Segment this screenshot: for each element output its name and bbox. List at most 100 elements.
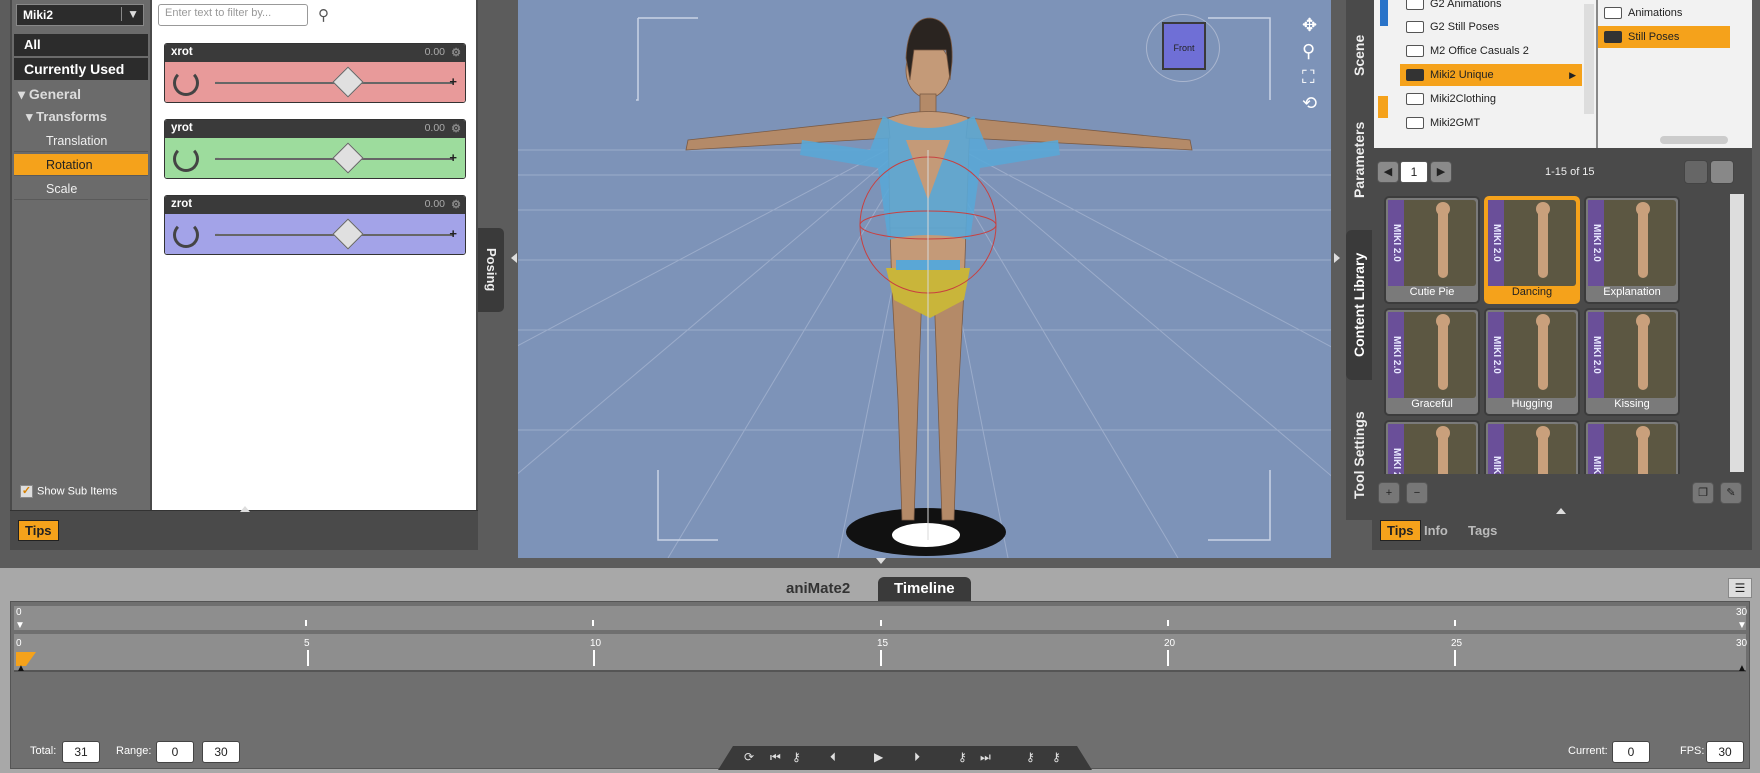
search-icon[interactable]: ⚲ (318, 6, 329, 24)
folder-item[interactable]: M2 Office Casuals 2 (1400, 40, 1580, 62)
collapse-arrow-icon[interactable] (1556, 508, 1566, 514)
go-to-end-icon[interactable]: ⏭ (980, 750, 991, 765)
folder-item-selected[interactable]: Miki2 Unique ▶ (1400, 64, 1582, 86)
remove-key-icon[interactable]: ⚷ (1026, 750, 1035, 764)
slider-knob[interactable] (332, 218, 364, 250)
grid-scrollbar[interactable] (1730, 194, 1744, 472)
nav-item-translation[interactable]: Translation (14, 130, 148, 152)
tab-tips-right[interactable]: Tips (1380, 520, 1421, 541)
param-value[interactable]: 0.00 (425, 198, 445, 210)
param-slider-body[interactable]: - + (165, 138, 465, 178)
param-slider-body[interactable]: - + (165, 62, 465, 102)
figure-select[interactable]: Miki2 ▼ (16, 4, 144, 26)
loop-icon[interactable]: ⟳ (744, 750, 754, 764)
collapse-left-icon[interactable] (511, 253, 517, 263)
play-icon[interactable]: ▶ (874, 750, 883, 764)
thumb-item-selected[interactable]: MIKI 2.0 Dancing (1484, 196, 1580, 304)
range-end-input[interactable]: 30 (202, 741, 240, 763)
plus-icon[interactable]: + (449, 74, 457, 89)
pane-menu-icon[interactable]: ☰ (1728, 578, 1752, 598)
plus-icon[interactable]: + (449, 150, 457, 165)
subfolder-item-selected[interactable]: Still Poses (1598, 26, 1730, 48)
next-key-icon[interactable]: ⚷ (958, 750, 967, 764)
tab-content-library[interactable]: Content Library (1346, 230, 1372, 380)
thumb-item[interactable]: MIKI 2.0 Graceful (1384, 308, 1480, 416)
prev-key-icon[interactable]: ⚷ (792, 750, 801, 764)
tab-parameters[interactable]: Parameters (1346, 110, 1372, 210)
thumb-item[interactable]: MIKI 2.0 (1384, 420, 1480, 474)
pan-icon[interactable]: ✥ (1302, 12, 1317, 38)
camera-cube[interactable]: Front (1162, 22, 1206, 70)
frame-icon[interactable]: ⛶ (1302, 64, 1317, 90)
list-view-icon[interactable] (1710, 160, 1734, 184)
edit-icon[interactable]: ✎ (1720, 482, 1742, 504)
folder-item[interactable]: G2 Animations (1400, 0, 1580, 15)
prev-page-button[interactable]: ◀ (1377, 161, 1399, 183)
nav-item-rotation[interactable]: Rotation (14, 154, 148, 176)
thumb-item[interactable]: MIKI 2.0 Explanation (1584, 196, 1680, 304)
param-zrot[interactable]: zrot 0.00 ⚙ - + (164, 195, 466, 255)
subfolder-item[interactable]: Animations (1598, 2, 1730, 24)
param-yrot[interactable]: yrot 0.00 ⚙ - + (164, 119, 466, 179)
param-xrot[interactable]: xrot 0.00 ⚙ - + (164, 43, 466, 103)
orbit-icon[interactable]: ⟲ (1302, 90, 1317, 116)
nav-item-transforms[interactable]: ▾ Transforms (14, 106, 148, 128)
add-key-icon[interactable]: ⚷ (1052, 750, 1061, 764)
collapse-down-icon[interactable] (876, 558, 886, 564)
tab-timeline[interactable]: Timeline (878, 577, 971, 601)
zoom-icon[interactable]: ⚲ (1302, 38, 1317, 64)
thumb-item[interactable]: MIKI 2.0 Cutie Pie (1384, 196, 1480, 304)
fps-input[interactable]: 30 (1706, 741, 1744, 763)
param-value[interactable]: 0.00 (425, 46, 445, 58)
range-ruler[interactable] (14, 606, 1746, 630)
filter-input[interactable]: Enter text to filter by... (158, 4, 308, 26)
remove-button[interactable]: − (1406, 482, 1428, 504)
next-page-button[interactable]: ▶ (1430, 161, 1452, 183)
horizontal-scrollbar[interactable] (1660, 136, 1728, 144)
tab-info[interactable]: Info (1424, 523, 1448, 538)
thumb-item[interactable]: MIKI 2.0 Kissing (1584, 308, 1680, 416)
nav-item-currently-used[interactable]: Currently Used (14, 58, 148, 80)
tree-scrollbar[interactable] (1584, 4, 1594, 114)
grid-view-icon[interactable] (1684, 160, 1708, 184)
step-back-icon[interactable]: ⏴ (830, 750, 836, 765)
tab-posing[interactable]: Posing (478, 228, 504, 312)
tab-animate2[interactable]: aniMate2 (770, 577, 866, 601)
tab-scene[interactable]: Scene (1346, 20, 1372, 90)
folder-item[interactable]: Miki2GMT (1400, 112, 1580, 134)
folder-item[interactable]: Miki2Clothing (1400, 88, 1580, 110)
gear-icon[interactable]: ⚙ (451, 198, 461, 211)
tab-tips-left[interactable]: Tips (18, 520, 59, 541)
param-value[interactable]: 0.00 (425, 122, 445, 134)
tab-tool-settings[interactable]: Tool Settings (1346, 400, 1372, 510)
go-to-start-icon[interactable]: ⏮ (770, 750, 781, 765)
thumb-item[interactable]: MIKI (1584, 420, 1680, 474)
nav-item-general[interactable]: ▾ General (14, 83, 148, 105)
page-input[interactable]: 1 (1400, 161, 1428, 183)
slider-knob[interactable] (332, 66, 364, 98)
current-frame-input[interactable]: 0 (1612, 741, 1650, 763)
param-slider-body[interactable]: - + (165, 214, 465, 254)
collapse-arrow-icon[interactable] (240, 506, 250, 512)
copy-icon[interactable]: ❐ (1692, 482, 1714, 504)
range-end-marker-icon[interactable]: ▼ (1737, 620, 1747, 631)
thumb-item[interactable]: MIKI 2.0 Hugging (1484, 308, 1580, 416)
collapse-right-icon[interactable] (1334, 253, 1340, 263)
folder-item[interactable]: G2 Still Poses (1400, 16, 1580, 38)
nav-item-scale[interactable]: Scale (14, 178, 148, 200)
range-start-input[interactable]: 0 (156, 741, 194, 763)
tree-expand-marker[interactable] (1378, 96, 1388, 118)
step-forward-icon[interactable]: ⏵ (914, 750, 920, 765)
gear-icon[interactable]: ⚙ (451, 122, 461, 135)
total-input[interactable]: 31 (62, 741, 100, 763)
show-sub-items-checkbox[interactable]: ✓ Show Sub Items (20, 485, 117, 498)
slider-knob[interactable] (332, 142, 364, 174)
tab-tags[interactable]: Tags (1468, 523, 1497, 538)
nav-item-all[interactable]: All (14, 34, 148, 56)
gear-icon[interactable]: ⚙ (451, 46, 461, 59)
range-start-marker-icon[interactable]: ▼ (15, 620, 25, 631)
thumb-item[interactable]: MIKI (1484, 420, 1580, 474)
3d-viewport[interactable]: Front ✥ ⚲ ⛶ ⟲ (518, 0, 1331, 558)
plus-icon[interactable]: + (449, 226, 457, 241)
add-button[interactable]: + (1378, 482, 1400, 504)
